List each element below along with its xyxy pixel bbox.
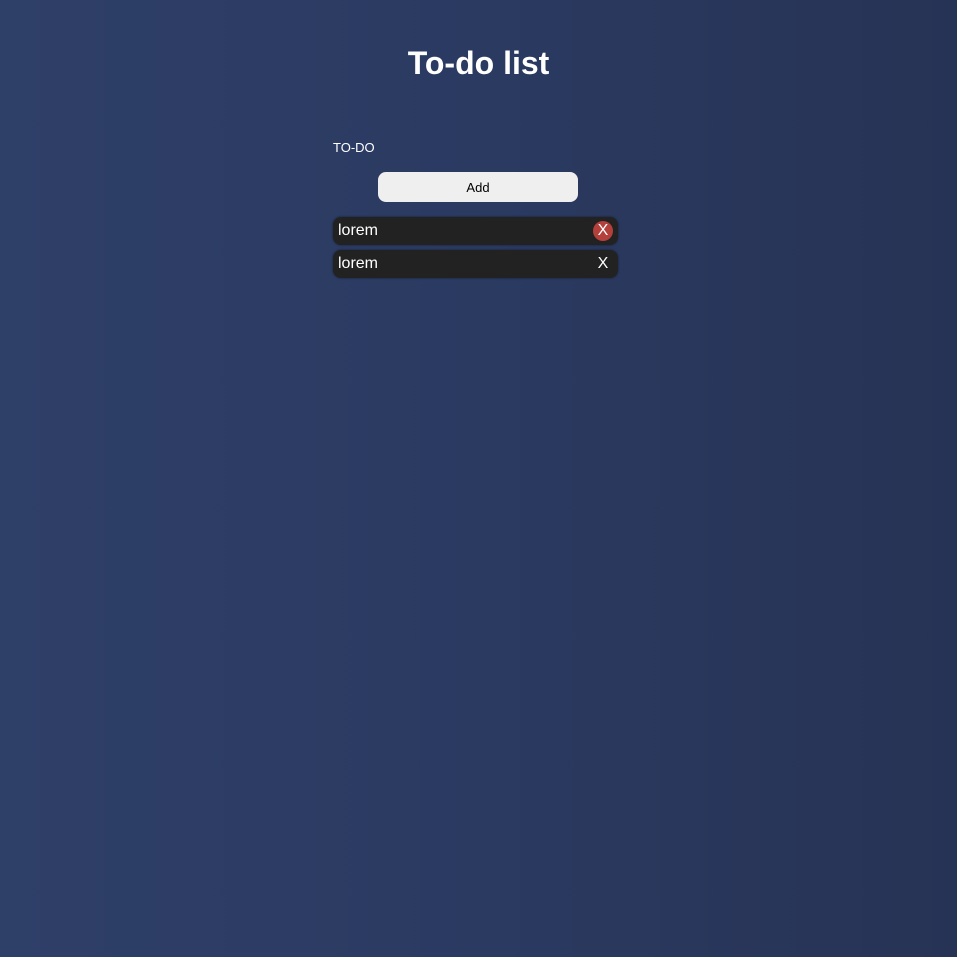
delete-item-button[interactable]: X [593, 254, 613, 274]
todo-list: lorem X lorem X [333, 217, 618, 283]
todo-input-label: TO-DO [333, 140, 375, 155]
delete-item-button[interactable]: X [593, 221, 613, 241]
todo-item: lorem X [333, 217, 618, 245]
todo-item: lorem X [333, 250, 618, 278]
page-title: To-do list [407, 45, 550, 81]
todo-item-text: lorem [338, 222, 379, 239]
add-button[interactable]: Add [378, 172, 578, 202]
todo-item-text: lorem [338, 255, 379, 272]
